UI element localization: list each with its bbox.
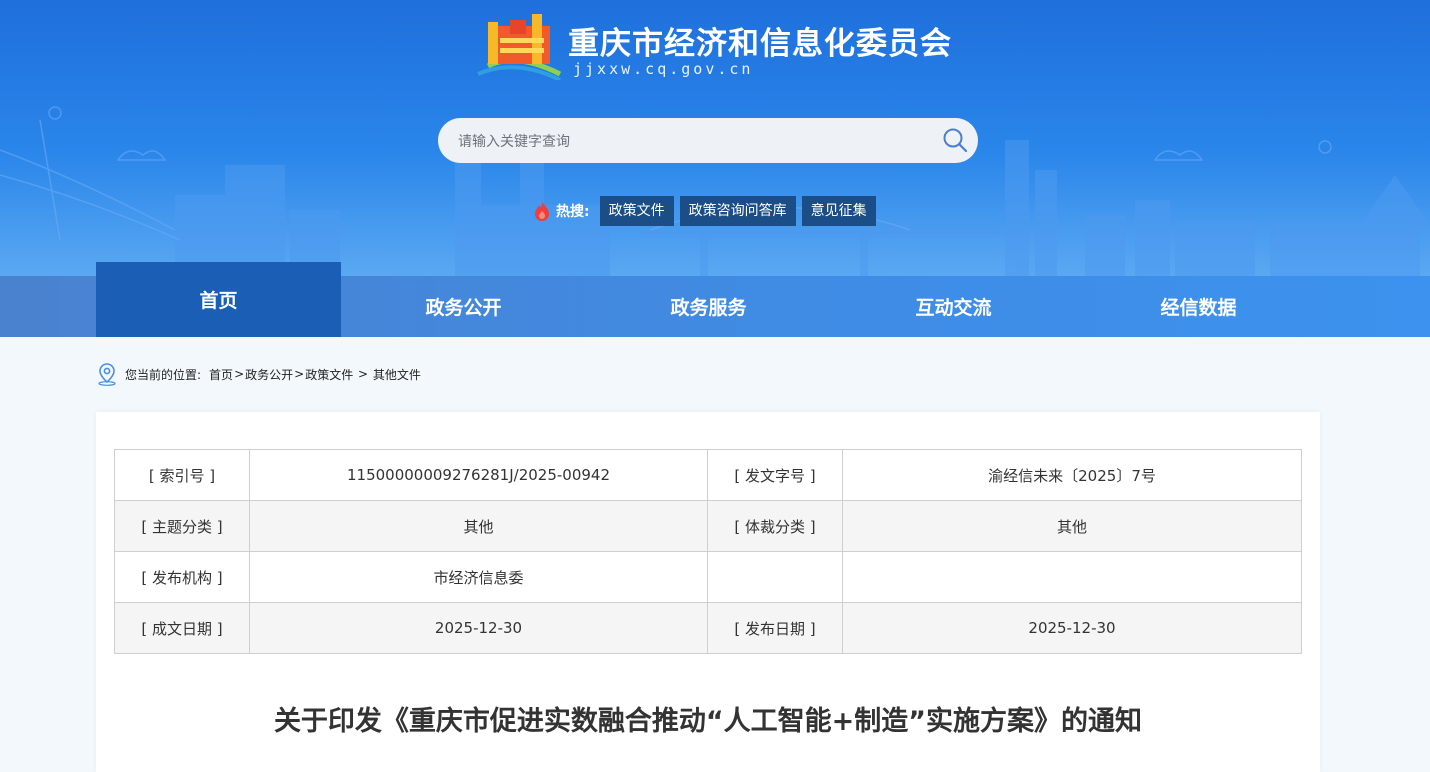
index-number-label: [ 索引号 ] [114,449,250,501]
written-date-value: 2025-12-30 [249,602,708,654]
publish-date-label: [ 发布日期 ] [707,602,843,654]
site-title: 重庆市经济和信息化委员会 [568,26,952,62]
fire-icon [535,202,549,221]
logo-emblem [477,14,562,80]
breadcrumb-label: 您当前的位置: [125,367,202,382]
genre-category-value: 其他 [842,500,1302,552]
document-number-value: 渝经信未来〔2025〕7号 [842,449,1302,501]
publisher-value: 市经济信息委 [249,551,708,603]
breadcrumb-government-affairs[interactable]: 政务公开 [245,366,293,383]
location-pin-icon [98,363,116,386]
hot-tag-opinion-collection[interactable]: 意见征集 [801,196,876,226]
breadcrumb-separator: > [294,367,305,381]
table-row: [ 发布机构 ] 市经济信息委 [114,551,1302,603]
article-card: [ 索引号 ] 11500000009276281J/2025-00942 [ … [96,412,1320,772]
search-icon[interactable] [942,127,968,153]
site-domain: jjxxw.cq.gov.cn [573,60,754,78]
table-row: [ 主题分类 ] 其他 [ 体裁分类 ] 其他 [114,500,1302,552]
hot-search-label: 热搜: [556,204,590,220]
document-number-label: [ 发文字号 ] [707,449,843,501]
breadcrumb-separator: > [354,367,372,381]
site-header: 重庆市经济和信息化委员会 jjxxw.cq.gov.cn 热搜: 政策文件 政策… [0,0,1430,276]
empty-cell [707,551,843,603]
breadcrumb-policy-files[interactable]: 政策文件 [305,366,353,383]
hot-search-row: 热搜: 政策文件 政策咨询问答库 意见征集 [533,196,882,226]
main-nav: 首页 政务公开 政务服务 互动交流 经信数据 [0,262,1430,337]
topic-category-label: [ 主题分类 ] [114,500,250,552]
publish-date-value: 2025-12-30 [842,602,1302,654]
empty-cell [842,551,1302,603]
publisher-label: [ 发布机构 ] [114,551,250,603]
nav-item-government-affairs[interactable]: 政务公开 [341,276,586,337]
written-date-label: [ 成文日期 ] [114,602,250,654]
breadcrumb-separator: > [234,367,245,381]
nav-item-interaction[interactable]: 互动交流 [831,276,1076,337]
nav-item-home[interactable]: 首页 [96,262,341,337]
table-row: [ 索引号 ] 11500000009276281J/2025-00942 [ … [114,449,1302,501]
breadcrumb-other-files[interactable]: 其他文件 [373,366,421,383]
index-number-value: 11500000009276281J/2025-00942 [249,449,708,501]
topic-category-value: 其他 [249,500,708,552]
breadcrumb: 您当前的位置: 首页 > 政务公开 > 政策文件 > 其他文件 [96,362,421,386]
breadcrumb-home[interactable]: 首页 [209,366,233,383]
search-box [438,118,978,165]
genre-category-label: [ 体裁分类 ] [707,500,843,552]
search-input[interactable] [456,118,930,165]
document-metadata-table: [ 索引号 ] 11500000009276281J/2025-00942 [ … [114,449,1302,654]
article-title: 关于印发《重庆市促进实数融合推动“人工智能+制造”实施方案》的通知 [273,706,1143,737]
table-row: [ 成文日期 ] 2025-12-30 [ 发布日期 ] 2025-12-30 [114,602,1302,654]
hot-tag-policy-qa[interactable]: 政策咨询问答库 [679,196,796,226]
nav-item-government-services[interactable]: 政务服务 [586,276,831,337]
site-logo[interactable]: 重庆市经济和信息化委员会 jjxxw.cq.gov.cn [470,8,970,88]
nav-item-data[interactable]: 经信数据 [1076,276,1321,337]
hot-tag-policy-files[interactable]: 政策文件 [599,196,674,226]
